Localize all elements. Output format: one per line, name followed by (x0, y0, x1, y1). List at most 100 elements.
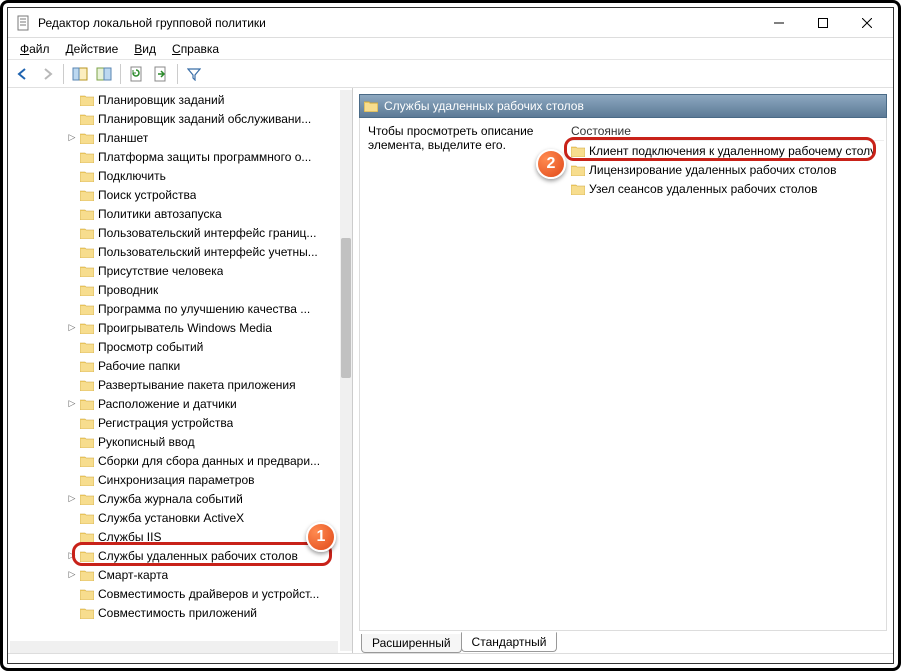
menu-file[interactable]: Файл (12, 40, 58, 58)
tree[interactable]: Планировщик заданий Планировщик заданий о… (10, 90, 338, 651)
tree-item-label: Проводник (98, 283, 158, 297)
details-header-title: Службы удаленных рабочих столов (384, 99, 584, 113)
list-item[interactable]: Лицензирование удаленных рабочих столов (567, 160, 884, 179)
separator (120, 64, 121, 84)
tree-item[interactable]: Пользовательский интерфейс учетны... (10, 242, 338, 261)
tree-item-label: Совместимость драйверов и устройст... (98, 587, 319, 601)
tree-item[interactable]: ▷ Службы удаленных рабочих столов (10, 546, 338, 565)
expand-icon[interactable]: ▷ (66, 132, 78, 143)
filter-button[interactable] (183, 63, 205, 85)
export-button[interactable] (150, 63, 172, 85)
expand-icon[interactable]: ▷ (66, 550, 78, 561)
tree-item[interactable]: Совместимость драйверов и устройст... (10, 584, 338, 603)
tree-item-label: Планшет (98, 131, 148, 145)
annotation-badge-1: 1 (306, 522, 336, 552)
tab-standard[interactable]: Стандартный (461, 632, 558, 652)
list-item[interactable]: Клиент подключения к удаленному рабочему… (567, 141, 884, 160)
menu-view[interactable]: Вид (126, 40, 164, 58)
separator (63, 64, 64, 84)
tree-item-label: Проигрыватель Windows Media (98, 321, 272, 335)
tree-item-label: Пользовательский интерфейс учетны... (98, 245, 318, 259)
tree-item-label: Пользовательский интерфейс границ... (98, 226, 316, 240)
tree-item-label: Смарт-карта (98, 568, 168, 582)
titlebar: Редактор локальной групповой политики (8, 8, 893, 38)
folder-icon (364, 100, 378, 112)
tree-item[interactable]: Программа по улучшению качества ... (10, 299, 338, 318)
tree-item[interactable]: Совместимость приложений (10, 603, 338, 622)
tree-item[interactable]: Сборки для сбора данных и предвари... (10, 451, 338, 470)
app-window: Редактор локальной групповой политики Фа… (7, 7, 894, 664)
statusbar (8, 653, 893, 663)
tree-item[interactable]: Планировщик заданий (10, 90, 338, 109)
tree-item-label: Просмотр событий (98, 340, 203, 354)
expand-icon[interactable]: ▷ (66, 569, 78, 580)
scope-button[interactable] (69, 63, 91, 85)
tree-item-label: Планировщик заданий обслуживани... (98, 112, 311, 126)
maximize-button[interactable] (801, 9, 845, 37)
column-header-state[interactable]: Состояние (567, 122, 884, 141)
tree-item[interactable]: Платформа защиты программного о... (10, 147, 338, 166)
tree-item[interactable]: Служба установки ActiveX (10, 508, 338, 527)
tree-item[interactable]: Проводник (10, 280, 338, 299)
tree-item[interactable]: Синхронизация параметров (10, 470, 338, 489)
back-button[interactable] (12, 63, 34, 85)
menubar: Файл Действие Вид Справка (8, 38, 893, 60)
horizontal-scrollbar[interactable] (10, 641, 338, 653)
toolbar (8, 60, 893, 88)
tree-item[interactable]: ▷ Расположение и датчики (10, 394, 338, 413)
tree-item[interactable]: Присутствие человека (10, 261, 338, 280)
content-area: Планировщик заданий Планировщик заданий о… (8, 88, 893, 653)
details-list: Состояние Клиент подключения к удаленном… (565, 118, 886, 630)
tree-item-label: Синхронизация параметров (98, 473, 255, 487)
tree-item-label: Подключить (98, 169, 166, 183)
tree-item-label: Сборки для сбора данных и предвари... (98, 454, 320, 468)
expand-icon[interactable]: ▷ (66, 322, 78, 333)
show-hide-button[interactable] (93, 63, 115, 85)
tree-item-label: Программа по улучшению качества ... (98, 302, 310, 316)
tree-item[interactable]: Политики автозапуска (10, 204, 338, 223)
tree-item-label: Платформа защиты программного о... (98, 150, 311, 164)
tree-item[interactable]: ▷ Проигрыватель Windows Media (10, 318, 338, 337)
list-item-label: Узел сеансов удаленных рабочих столов (589, 182, 817, 196)
tree-item-label: Развертывание пакета приложения (98, 378, 296, 392)
app-icon (16, 15, 32, 31)
list-item-label: Лицензирование удаленных рабочих столов (589, 163, 836, 177)
forward-button[interactable] (36, 63, 58, 85)
expand-icon[interactable]: ▷ (66, 398, 78, 409)
vertical-scrollbar[interactable] (340, 90, 352, 651)
tree-item-label: Присутствие человека (98, 264, 223, 278)
separator (177, 64, 178, 84)
tree-item-label: Политики автозапуска (98, 207, 222, 221)
tree-item[interactable]: Пользовательский интерфейс границ... (10, 223, 338, 242)
tree-item-label: Расположение и датчики (98, 397, 237, 411)
tree-item[interactable]: Подключить (10, 166, 338, 185)
menu-help[interactable]: Справка (164, 40, 227, 58)
tree-item[interactable]: Поиск устройства (10, 185, 338, 204)
list-item-label: Клиент подключения к удаленному рабочему… (589, 144, 876, 158)
tab-extended[interactable]: Расширенный (361, 634, 462, 653)
tree-pane: Планировщик заданий Планировщик заданий о… (8, 88, 353, 653)
expand-icon[interactable]: ▷ (66, 493, 78, 504)
tree-item[interactable]: Службы IIS (10, 527, 338, 546)
view-tabs: Расширенный Стандартный (359, 631, 887, 653)
details-pane: Службы удаленных рабочих столов Чтобы пр… (353, 88, 893, 653)
tree-item[interactable]: Планировщик заданий обслуживани... (10, 109, 338, 128)
tree-item[interactable]: Регистрация устройства (10, 413, 338, 432)
tree-item[interactable]: Просмотр событий (10, 337, 338, 356)
list-item[interactable]: Узел сеансов удаленных рабочих столов (567, 179, 884, 198)
refresh-button[interactable] (126, 63, 148, 85)
tree-item-label: Совместимость приложений (98, 606, 257, 620)
tree-item[interactable]: ▷ Смарт-карта (10, 565, 338, 584)
menu-action[interactable]: Действие (58, 40, 127, 58)
tree-item-label: Планировщик заданий (98, 93, 224, 107)
tree-item[interactable]: ▷Служба журнала событий (10, 489, 338, 508)
minimize-button[interactable] (757, 9, 801, 37)
tree-item-label: Службы удаленных рабочих столов (98, 549, 298, 563)
details-description: Чтобы просмотреть описание элемента, выд… (360, 118, 565, 630)
tree-item[interactable]: Развертывание пакета приложения (10, 375, 338, 394)
tree-item[interactable]: ▷ Планшет (10, 128, 338, 147)
tree-item[interactable]: Рабочие папки (10, 356, 338, 375)
close-button[interactable] (845, 9, 889, 37)
tree-item[interactable]: Рукописный ввод (10, 432, 338, 451)
details-body: Чтобы просмотреть описание элемента, выд… (359, 118, 887, 631)
